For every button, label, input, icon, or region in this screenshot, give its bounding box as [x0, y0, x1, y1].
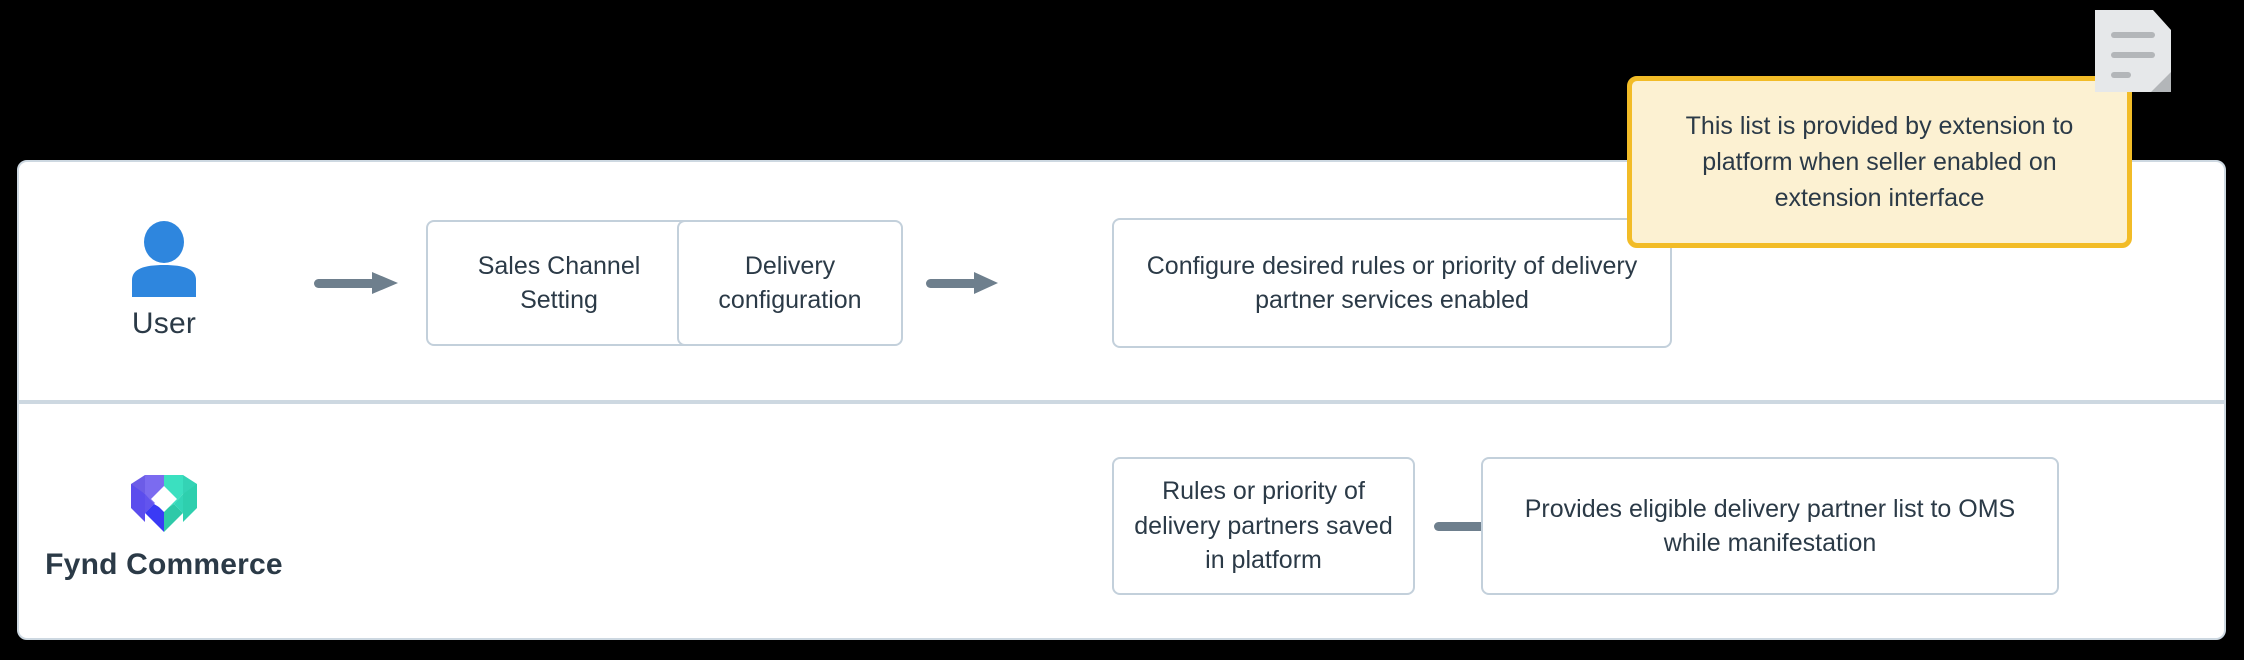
diagram-canvas: This list is provided by extension to pl… — [0, 0, 2244, 660]
node-provides-list-label: Provides eligible delivery partner list … — [1524, 494, 2016, 558]
node-delivery-configuration-label: Delivery configuration — [718, 251, 862, 315]
node-sales-channel-setting-label: Sales Channel Setting — [477, 251, 641, 315]
note-callout-text: This list is provided by extension to pl… — [1685, 111, 2074, 213]
node-rules-saved[interactable]: Rules or priority of delivery partners s… — [1112, 457, 1415, 595]
actor-user-label: User — [131, 307, 197, 340]
node-configure-rules-label: Configure desired rules or priority of d… — [1146, 251, 1638, 315]
user-avatar-icon — [132, 221, 196, 297]
node-sales-channel-setting[interactable]: Sales Channel Setting — [426, 220, 692, 346]
node-configure-rules[interactable]: Configure desired rules or priority of d… — [1112, 218, 1672, 348]
node-rules-saved-label: Rules or priority of delivery partners s… — [1134, 477, 1393, 575]
fynd-commerce-logo — [131, 475, 197, 532]
lane-fynd-commerce: Fynd Commerce Rules or priority of deliv… — [19, 404, 2224, 642]
actor-user: User — [19, 162, 309, 400]
arrow-delivery-config-to-configure-rules — [926, 272, 998, 294]
node-provides-list[interactable]: Provides eligible delivery partner list … — [1481, 457, 2059, 595]
actor-fynd-commerce-label: Fynd Commerce — [45, 548, 283, 581]
actor-fynd-commerce: Fynd Commerce — [19, 404, 309, 642]
note-callout: This list is provided by extension to pl… — [1627, 76, 2132, 248]
node-delivery-configuration[interactable]: Delivery configuration — [677, 220, 903, 346]
arrow-user-to-sales-channel — [314, 272, 398, 294]
note-document-icon — [2095, 10, 2171, 92]
